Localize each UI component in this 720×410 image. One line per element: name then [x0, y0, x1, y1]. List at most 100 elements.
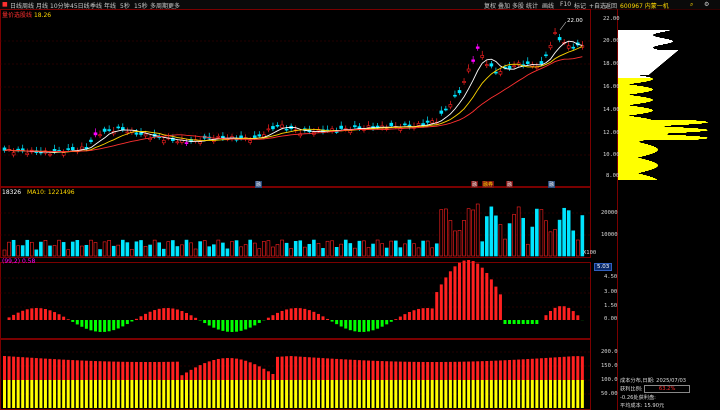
- chip-bar-red: [467, 361, 471, 380]
- margin-marker[interactable]: 融: [471, 181, 479, 188]
- chip-bar-red: [512, 359, 516, 380]
- macd-bar: [503, 320, 507, 324]
- margin-marker[interactable]: 融: [506, 181, 514, 188]
- volume-bar: [175, 246, 180, 257]
- chip-bar-yellow: [12, 380, 16, 408]
- chip-bar-red: [75, 360, 79, 380]
- chip-bar-yellow: [380, 380, 384, 408]
- cost-profile-bar: [618, 111, 652, 112]
- volume-bar: [234, 240, 239, 257]
- volume-bar: [39, 241, 43, 257]
- volume-bar: [362, 240, 366, 257]
- candle-body: [248, 140, 252, 143]
- chip-bar-yellow: [171, 380, 175, 408]
- cost-profile-bar: [618, 46, 655, 47]
- cost-profile-bar: [618, 71, 653, 72]
- cost-profile-bar: [618, 99, 653, 100]
- margin-marker[interactable]: 融券: [482, 181, 495, 188]
- volume-label: 18326 MA10: 1221496: [2, 189, 75, 196]
- candle-body: [107, 129, 111, 131]
- chip-bar-yellow: [103, 380, 107, 408]
- volume-bar: [202, 240, 207, 257]
- volume-bar: [403, 243, 407, 257]
- volume-bar: [571, 230, 576, 257]
- chip-bar-red: [494, 360, 498, 380]
- candle-body: [507, 65, 512, 69]
- candle-body: [143, 133, 148, 137]
- macd-bar: [344, 320, 348, 329]
- chip-bar-red: [576, 356, 580, 380]
- candle-body: [216, 135, 221, 138]
- cost-profile-bar: [618, 53, 675, 54]
- chip-bar-red: [567, 356, 571, 380]
- macd-bar: [362, 320, 366, 332]
- chip-bar-yellow: [316, 380, 320, 408]
- chip-bar-red: [280, 356, 284, 380]
- macd-bar: [576, 315, 580, 320]
- macd-bar: [157, 308, 161, 320]
- macd-bar: [34, 308, 38, 320]
- candle-body: [566, 45, 571, 49]
- volume-bar: [48, 245, 52, 257]
- chip-bar-yellow: [462, 380, 466, 408]
- cost-profile-bar: [618, 122, 708, 123]
- cost-profile-bar: [618, 44, 663, 45]
- macd-label: (99,2) 0.58: [2, 258, 36, 265]
- macd-bar: [567, 307, 571, 320]
- macd-bar: [517, 320, 521, 324]
- chip-bar-red: [462, 361, 466, 380]
- margin-marker[interactable]: 融: [548, 181, 556, 188]
- candle-body: [489, 63, 494, 67]
- chip-bar-yellow: [66, 380, 70, 408]
- chip-bar-yellow: [157, 380, 161, 408]
- volume-unit: X100: [583, 250, 597, 256]
- cost-profile-bar: [618, 78, 653, 79]
- chip-bar-red: [485, 360, 489, 380]
- macd-bar: [521, 320, 525, 324]
- chip-bar-red: [367, 360, 370, 380]
- volume-bar: [29, 241, 34, 257]
- cost-profile-bar: [618, 176, 650, 177]
- macd-bar: [389, 320, 393, 322]
- candle-body: [553, 32, 557, 34]
- cost-profile-bar: [618, 50, 678, 51]
- chip-bar-red: [12, 356, 16, 380]
- volume-bar: [52, 245, 57, 257]
- chip-bar-yellow: [326, 380, 330, 408]
- chip-bar-red: [166, 361, 170, 380]
- volume-bar: [444, 208, 448, 257]
- chip-bar-red: [248, 362, 252, 380]
- cost-profile-bar: [618, 45, 659, 46]
- cost-profile-bar: [618, 146, 654, 147]
- cost-profile-bar: [618, 47, 654, 48]
- candle-body: [61, 152, 66, 156]
- chip-bar-yellow: [57, 380, 61, 408]
- volume-bar: [521, 217, 526, 257]
- cost-profile-bar: [618, 128, 699, 129]
- chip-bar-yellow: [544, 380, 548, 408]
- candle-body: [134, 132, 139, 135]
- cost-profile-bar: [618, 165, 658, 166]
- volume-bar: [107, 240, 111, 257]
- cost-profile-bar: [618, 177, 653, 178]
- margin-marker[interactable]: 融: [255, 181, 263, 188]
- cost-profile-bar: [618, 137, 708, 138]
- volume-bar: [389, 240, 394, 257]
- cost-profile-bar: [618, 107, 644, 108]
- chip-bar-yellow: [444, 380, 448, 408]
- cost-profile-bar: [618, 92, 644, 93]
- volume-bar: [70, 241, 75, 257]
- macd-bar: [98, 320, 102, 332]
- macd-bar: [526, 320, 530, 324]
- macd-bar: [562, 306, 566, 320]
- chip-bar-red: [66, 359, 70, 380]
- chip-bar-yellow: [330, 380, 334, 408]
- cost-profile-bar: [618, 145, 652, 146]
- chip-bar-yellow: [271, 380, 275, 408]
- cost-profile-bar: [618, 130, 708, 131]
- chip-bar-yellow: [280, 380, 284, 408]
- chip-bar-yellow: [75, 380, 79, 408]
- volume-bar: [116, 244, 121, 257]
- chip-bar-red: [103, 361, 107, 380]
- cost-profile-bar: [618, 51, 677, 52]
